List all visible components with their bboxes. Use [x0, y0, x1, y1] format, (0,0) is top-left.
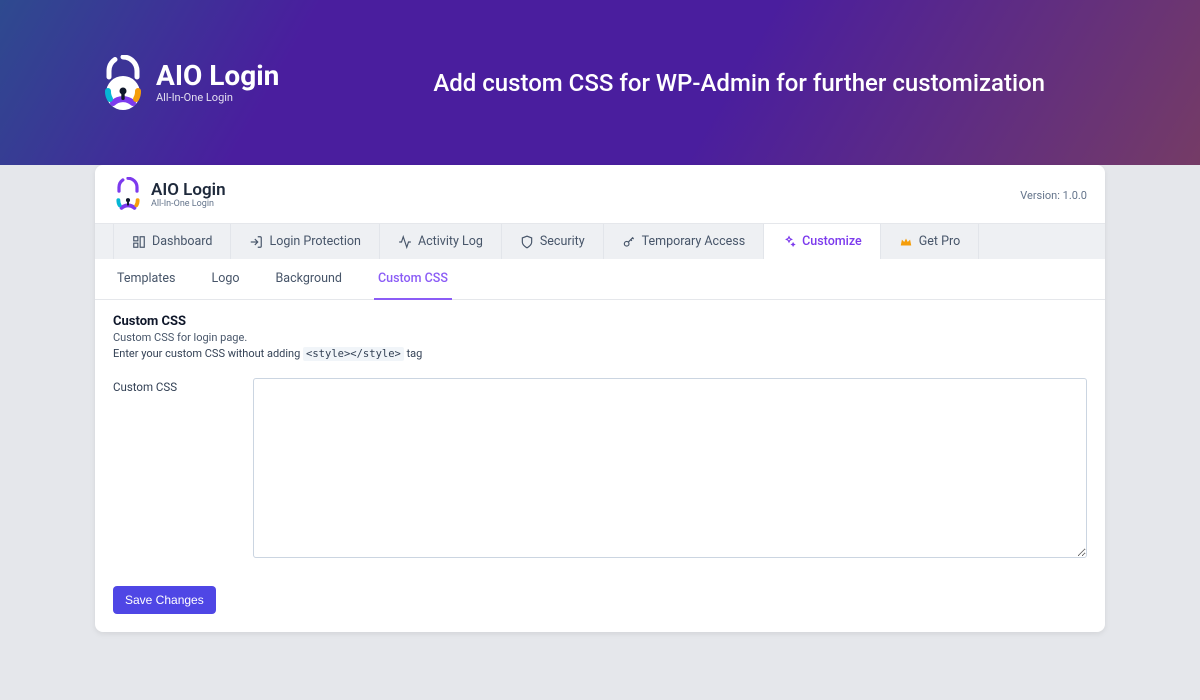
tab-dashboard-label: Dashboard	[152, 234, 212, 249]
tab-login-protection-label: Login Protection	[269, 234, 360, 249]
login-icon	[249, 235, 263, 249]
card-logo-title: AIO Login	[151, 182, 226, 199]
card-header: AIO Login All-In-One Login Version: 1.0.…	[95, 165, 1105, 223]
subtab-logo[interactable]: Logo	[207, 259, 243, 300]
card-logo-subtitle: All-In-One Login	[151, 200, 226, 209]
panel-hint-suffix: tag	[404, 347, 423, 360]
subtab-background-label: Background	[276, 271, 342, 286]
hero-logo-subtitle: All-In-One Login	[156, 92, 279, 103]
hero-headline: Add custom CSS for WP-Admin for further …	[433, 69, 1045, 97]
secondary-tabs: Templates Logo Background Custom CSS	[95, 259, 1105, 300]
card-logo-icon	[113, 177, 143, 213]
dashboard-icon	[132, 235, 146, 249]
tab-dashboard[interactable]: Dashboard	[113, 224, 231, 259]
panel-hint-prefix: Enter your custom CSS without adding	[113, 347, 303, 360]
hero-logo: AIO Login All-In-One Login	[100, 55, 279, 111]
activity-icon	[398, 235, 412, 249]
customize-icon	[782, 235, 796, 249]
subtab-custom-css[interactable]: Custom CSS	[374, 259, 452, 300]
panel-subtitle: Custom CSS for login page.	[113, 331, 1087, 344]
subtab-background[interactable]: Background	[272, 259, 346, 300]
tab-activity-log[interactable]: Activity Log	[380, 224, 502, 259]
crown-icon	[899, 235, 913, 249]
subtab-templates-label: Templates	[117, 271, 175, 286]
tab-customize[interactable]: Customize	[764, 224, 881, 259]
hero-logo-icon	[100, 55, 146, 111]
key-icon	[622, 235, 636, 249]
shield-icon	[520, 235, 534, 249]
save-button[interactable]: Save Changes	[113, 586, 216, 614]
panel-hint-tag: <style></style>	[303, 347, 404, 361]
subtab-templates[interactable]: Templates	[113, 259, 179, 300]
tab-activity-log-label: Activity Log	[418, 234, 483, 249]
primary-tabs: Dashboard Login Protection Activity Log …	[95, 223, 1105, 259]
version-label: Version: 1.0.0	[1020, 189, 1087, 202]
tab-security-label: Security	[540, 234, 585, 249]
settings-card: AIO Login All-In-One Login Version: 1.0.…	[95, 165, 1105, 632]
hero-logo-title: AIO Login	[156, 62, 279, 90]
panel-title: Custom CSS	[113, 314, 1087, 329]
tab-temporary-access[interactable]: Temporary Access	[604, 224, 765, 259]
tab-customize-label: Customize	[802, 234, 862, 249]
custom-css-panel: Custom CSS Custom CSS for login page. En…	[95, 300, 1105, 632]
custom-css-field-label: Custom CSS	[113, 378, 253, 394]
tab-security[interactable]: Security	[502, 224, 604, 259]
custom-css-textarea[interactable]	[253, 378, 1087, 558]
tab-get-pro[interactable]: Get Pro	[881, 224, 979, 259]
panel-hint: Enter your custom CSS without adding <st…	[113, 347, 1087, 360]
tab-login-protection[interactable]: Login Protection	[231, 224, 379, 259]
hero-banner: AIO Login All-In-One Login Add custom CS…	[0, 0, 1200, 165]
tab-get-pro-label: Get Pro	[919, 234, 960, 249]
subtab-custom-css-label: Custom CSS	[378, 271, 448, 286]
tab-temporary-access-label: Temporary Access	[642, 234, 746, 249]
custom-css-form-row: Custom CSS	[113, 378, 1087, 558]
subtab-logo-label: Logo	[211, 271, 239, 286]
card-logo: AIO Login All-In-One Login	[113, 177, 226, 213]
